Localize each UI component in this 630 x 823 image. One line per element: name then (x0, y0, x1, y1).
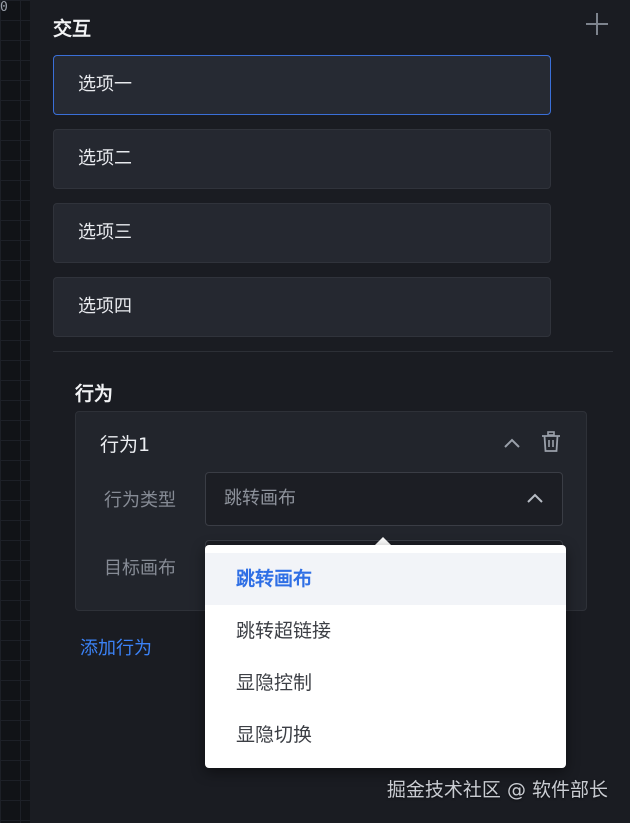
dropdown-item-jump-link[interactable]: 跳转超链接 (205, 605, 566, 657)
add-behavior-link[interactable]: 添加行为 (80, 634, 152, 660)
behavior-type-label: 行为类型 (104, 490, 176, 511)
behavior-title: 行为 (75, 383, 114, 405)
plus-icon[interactable] (586, 13, 608, 35)
dropdown-item-visibility-toggle[interactable]: 显隐切换 (205, 709, 566, 761)
interaction-title: 交互 (53, 18, 92, 40)
option-item-2[interactable]: 选项二 (53, 129, 551, 189)
dropdown-item-jump-canvas[interactable]: 跳转画布 (205, 553, 566, 605)
behavior-type-select[interactable]: 跳转画布 (205, 472, 563, 526)
behavior-type-value: 跳转画布 (224, 488, 296, 509)
option-item-4[interactable]: 选项四 (53, 277, 551, 337)
watermark: 掘金技术社区 @ 软件部长 (386, 779, 608, 801)
dropdown-item-visibility-control[interactable]: 显隐控制 (205, 657, 566, 709)
chevron-up-icon (527, 493, 543, 503)
option-item-3[interactable]: 选项三 (53, 203, 551, 263)
behavior-card-title: 行为1 (100, 434, 151, 456)
ruler-number: 0 (0, 0, 8, 15)
behavior-type-dropdown: 跳转画布 跳转超链接 显隐控制 显隐切换 (205, 545, 566, 768)
section-divider (53, 351, 613, 352)
option-item-1[interactable]: 选项一 (53, 55, 551, 115)
target-canvas-label: 目标画布 (104, 558, 176, 579)
trash-icon[interactable] (541, 431, 561, 453)
chevron-up-icon[interactable] (503, 434, 521, 452)
canvas-grid[interactable]: 0 (0, 0, 31, 823)
